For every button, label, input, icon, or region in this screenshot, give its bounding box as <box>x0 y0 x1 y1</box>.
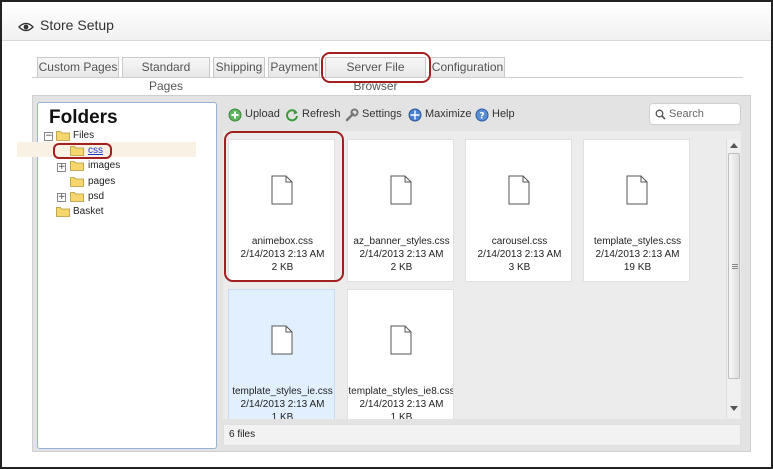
folder-icon <box>70 161 84 171</box>
folder-icon <box>70 146 84 156</box>
tab-payment[interactable]: Payment <box>268 57 320 77</box>
file-tile[interactable]: template_styles_ie.css 2/14/2013 2:13 AM… <box>228 289 335 419</box>
tab-standard-pages[interactable]: Standard Pages <box>122 57 210 93</box>
refresh-icon <box>286 109 298 122</box>
help-button[interactable]: Help <box>492 105 515 123</box>
file-date: 2/14/2013 2:13 AM <box>359 249 444 260</box>
scroll-up-icon[interactable] <box>730 143 738 148</box>
folder-icon <box>70 192 84 202</box>
folder-icon <box>70 177 84 187</box>
grip-line <box>732 268 738 269</box>
file-name: template_styles_ie8.css <box>348 386 454 397</box>
scroll-thumb[interactable] <box>728 153 740 379</box>
grip-line <box>732 266 738 267</box>
folders-title: Folders <box>49 107 118 128</box>
file-name: template_styles.css <box>593 236 682 247</box>
file-tile[interactable]: template_styles_ie8.css 2/14/2013 2:13 A… <box>347 289 454 419</box>
file-name: az_banner_styles.css <box>353 236 450 247</box>
file-date: 2/14/2013 2:13 AM <box>240 249 325 260</box>
file-icon <box>271 325 293 355</box>
status-bar: 6 files <box>223 424 741 446</box>
folder-open-icon <box>56 131 70 141</box>
tab-configuration[interactable]: Configuration <box>430 57 505 77</box>
file-date: 2/14/2013 2:13 AM <box>595 249 680 260</box>
tree-item-label: Files <box>73 130 95 141</box>
file-icon <box>508 175 530 205</box>
maximize-icon <box>408 108 422 122</box>
expand-icon[interactable]: + <box>57 163 66 172</box>
tab-shipping[interactable]: Shipping <box>213 57 265 77</box>
tree-item-css[interactable]: css <box>88 143 103 158</box>
upload-icon <box>228 108 242 122</box>
tree-item-label: images <box>88 160 121 171</box>
folder-icon <box>56 207 70 217</box>
vertical-scrollbar[interactable] <box>726 139 740 418</box>
upload-button[interactable]: Upload <box>245 105 280 123</box>
tree-item-label: css <box>88 145 103 156</box>
tree-item-label: Basket <box>73 206 104 217</box>
file-size: 2 KB <box>390 262 413 273</box>
tree-item-psd[interactable]: psd <box>88 189 104 204</box>
scroll-down-icon[interactable] <box>730 406 738 411</box>
file-icon <box>271 175 293 205</box>
tree-item-basket[interactable]: Basket <box>73 204 104 219</box>
file-size: 1 KB <box>390 412 413 419</box>
file-size: 1 KB <box>271 412 294 419</box>
tree-selection-highlight <box>17 142 196 157</box>
file-name: carousel.css <box>491 236 548 247</box>
eye-icon <box>18 22 34 32</box>
file-icon <box>390 175 412 205</box>
search-input[interactable] <box>667 107 737 121</box>
tree-item-pages[interactable]: pages <box>88 174 115 189</box>
tab-custom-pages[interactable]: Custom Pages <box>37 57 119 77</box>
tree-item-label: psd <box>88 191 105 202</box>
file-date: 2/14/2013 2:13 AM <box>240 399 325 410</box>
file-list-area: animebox.css 2/14/2013 2:13 AM 2 KB az_b… <box>223 131 741 419</box>
maximize-button[interactable]: Maximize <box>425 105 471 123</box>
title-bar: Store Setup <box>2 2 771 41</box>
file-name: animebox.css <box>251 236 314 247</box>
tree-item-files[interactable]: Files <box>73 128 94 143</box>
help-icon: ? <box>475 108 489 122</box>
settings-button[interactable]: Settings <box>362 105 402 123</box>
search-icon <box>655 109 666 120</box>
tab-server-file-browser[interactable]: Server File Browser <box>325 57 426 93</box>
file-date: 2/14/2013 2:13 AM <box>359 399 444 410</box>
file-icon <box>390 325 412 355</box>
file-size: 19 KB <box>623 262 652 273</box>
file-size: 2 KB <box>271 262 294 273</box>
tabs-divider <box>32 77 743 78</box>
expand-icon[interactable]: + <box>57 193 66 202</box>
tree-item-label: pages <box>88 176 116 187</box>
tree-item-images[interactable]: images <box>88 158 120 173</box>
collapse-icon[interactable]: − <box>44 132 53 141</box>
search-box[interactable] <box>649 103 741 125</box>
file-size: 3 KB <box>508 262 531 273</box>
file-count: 6 files <box>229 429 256 440</box>
settings-icon <box>345 108 359 122</box>
refresh-button[interactable]: Refresh <box>302 105 341 123</box>
grip-line <box>732 264 738 265</box>
file-name: template_styles_ie.css <box>232 386 333 397</box>
file-icon <box>626 175 648 205</box>
svg-text:?: ? <box>479 112 484 122</box>
file-tile[interactable]: carousel.css 2/14/2013 2:13 AM 3 KB <box>465 139 572 282</box>
file-tile[interactable]: animebox.css 2/14/2013 2:13 AM 2 KB <box>228 139 335 282</box>
file-tile[interactable]: template_styles.css 2/14/2013 2:13 AM 19… <box>583 139 690 282</box>
file-tile[interactable]: az_banner_styles.css 2/14/2013 2:13 AM 2… <box>347 139 454 282</box>
page-title: Store Setup <box>40 17 114 33</box>
file-date: 2/14/2013 2:13 AM <box>477 249 562 260</box>
